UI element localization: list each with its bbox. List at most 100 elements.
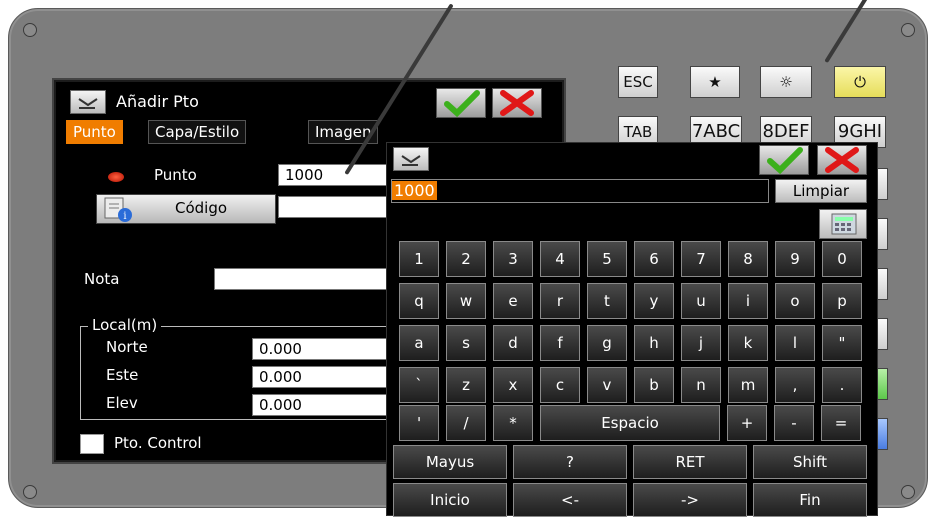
- keyboard-key[interactable]: ': [399, 405, 439, 441]
- keyboard-key[interactable]: v: [587, 367, 627, 403]
- keyboard-key[interactable]: g: [587, 325, 627, 361]
- keyboard-key[interactable]: w: [446, 283, 486, 319]
- keyboard-key[interactable]: +: [727, 405, 767, 441]
- control-label: Pto. Control: [114, 434, 202, 452]
- keyboard-key[interactable]: ,: [775, 367, 815, 403]
- keyboard-key[interactable]: u: [681, 283, 721, 319]
- keyboard-key[interactable]: h: [634, 325, 674, 361]
- keyboard-key[interactable]: ": [822, 325, 862, 361]
- punto-field[interactable]: 1000: [278, 164, 388, 186]
- keyboard-key[interactable]: x: [493, 367, 533, 403]
- keyboard-key[interactable]: z: [446, 367, 486, 403]
- este-field[interactable]: 0.000: [252, 366, 388, 388]
- keyboard-key[interactable]: e: [493, 283, 533, 319]
- keyboard-key[interactable]: =: [821, 405, 861, 441]
- message-icon[interactable]: [393, 147, 429, 171]
- keyboard-key[interactable]: s: [446, 325, 486, 361]
- screw: [23, 23, 37, 37]
- keyboard-key[interactable]: a: [399, 325, 439, 361]
- keyboard-key[interactable]: 9: [775, 241, 815, 277]
- keyboard-key[interactable]: b: [634, 367, 674, 403]
- nota-field[interactable]: [214, 268, 388, 290]
- keyboard-key[interactable]: f: [540, 325, 580, 361]
- key-ret[interactable]: RET: [633, 445, 747, 479]
- tab-capa-estilo[interactable]: Capa/Estilo: [148, 120, 247, 144]
- keyboard-key[interactable]: r: [540, 283, 580, 319]
- keyboard-key[interactable]: c: [540, 367, 580, 403]
- key-fin[interactable]: Fin: [753, 483, 867, 517]
- keyboard-key[interactable]: l: [775, 325, 815, 361]
- key-mayus[interactable]: Mayus: [393, 445, 507, 479]
- close-icon: [500, 90, 534, 116]
- point-status-icon: [108, 172, 124, 182]
- keyboard-window: 1000 Limpiar 1234567890 qwertyuiop asdfghj…: [386, 142, 878, 517]
- keyboard-key[interactable]: 2: [446, 241, 486, 277]
- key-left[interactable]: <-: [513, 483, 627, 517]
- keyboard-key[interactable]: y: [634, 283, 674, 319]
- keyboard-key[interactable]: o: [775, 283, 815, 319]
- message-icon[interactable]: [70, 90, 106, 114]
- keyboard-key[interactable]: j: [681, 325, 721, 361]
- local-group-label: Local(m): [88, 316, 162, 334]
- key-question[interactable]: ?: [513, 445, 627, 479]
- keyboard-cancel-button[interactable]: [817, 145, 867, 175]
- keyboard-key[interactable]: -: [774, 405, 814, 441]
- punto-label: Punto: [154, 166, 197, 184]
- keyboard-key[interactable]: 8: [728, 241, 768, 277]
- keyboard-key[interactable]: /: [446, 405, 486, 441]
- keyboard-key[interactable]: 5: [587, 241, 627, 277]
- window-title: Añadir Pto: [116, 92, 199, 111]
- keyboard-key[interactable]: m: [728, 367, 768, 403]
- clear-button[interactable]: Limpiar: [775, 179, 867, 203]
- keyboard-ok-button[interactable]: [759, 145, 809, 175]
- keyboard-key[interactable]: p: [822, 283, 862, 319]
- codigo-field[interactable]: [278, 196, 388, 218]
- codigo-button[interactable]: i Código: [96, 194, 276, 224]
- control-checkbox[interactable]: [80, 434, 104, 454]
- keyboard-key[interactable]: `: [399, 367, 439, 403]
- keyboard-key[interactable]: d: [493, 325, 533, 361]
- keyboard-key[interactable]: 3: [493, 241, 533, 277]
- title-bar: Añadir Pto: [66, 88, 556, 118]
- keyboard-key[interactable]: 0: [822, 241, 862, 277]
- key-inicio[interactable]: Inicio: [393, 483, 507, 517]
- key-shift[interactable]: Shift: [753, 445, 867, 479]
- calculator-icon: [831, 213, 857, 235]
- keyboard-input[interactable]: 1000: [391, 179, 769, 203]
- screw: [901, 23, 915, 37]
- backlight-key[interactable]: ☼: [760, 66, 812, 98]
- keyboard-key[interactable]: .: [822, 367, 862, 403]
- este-label: Este: [106, 366, 139, 384]
- tab-punto[interactable]: Punto: [66, 120, 123, 144]
- cancel-button[interactable]: [492, 88, 542, 118]
- power-key[interactable]: ⏻: [834, 66, 886, 98]
- keyboard-input-text: 1000: [392, 181, 437, 200]
- keyboard-key[interactable]: k: [728, 325, 768, 361]
- info-document-icon: i: [104, 197, 132, 222]
- keyboard-key[interactable]: q: [399, 283, 439, 319]
- keyboard-key[interactable]: 7: [681, 241, 721, 277]
- keyboard-key[interactable]: t: [587, 283, 627, 319]
- codigo-label: Código: [175, 199, 228, 217]
- elev-field[interactable]: 0.000: [252, 394, 388, 416]
- keyboard-key[interactable]: 1: [399, 241, 439, 277]
- keyboard-key[interactable]: 6: [634, 241, 674, 277]
- norte-field[interactable]: 0.000: [252, 338, 388, 360]
- checkmark-icon: [767, 147, 803, 175]
- norte-label: Norte: [106, 338, 148, 356]
- key-right[interactable]: ->: [633, 483, 747, 517]
- calculator-button[interactable]: [819, 209, 867, 239]
- elev-label: Elev: [106, 394, 138, 412]
- keyboard-key[interactable]: i: [728, 283, 768, 319]
- svg-text:i: i: [123, 211, 126, 222]
- envelope-icon: [401, 155, 421, 164]
- esc-key[interactable]: ESC: [618, 66, 658, 98]
- ok-button[interactable]: [436, 88, 486, 118]
- star-key[interactable]: ★: [690, 66, 740, 98]
- keyboard-key[interactable]: 4: [540, 241, 580, 277]
- envelope-icon: [78, 98, 98, 107]
- screw: [901, 485, 915, 499]
- key-espacio[interactable]: Espacio: [540, 405, 720, 441]
- keyboard-key[interactable]: n: [681, 367, 721, 403]
- keyboard-key[interactable]: *: [493, 405, 533, 441]
